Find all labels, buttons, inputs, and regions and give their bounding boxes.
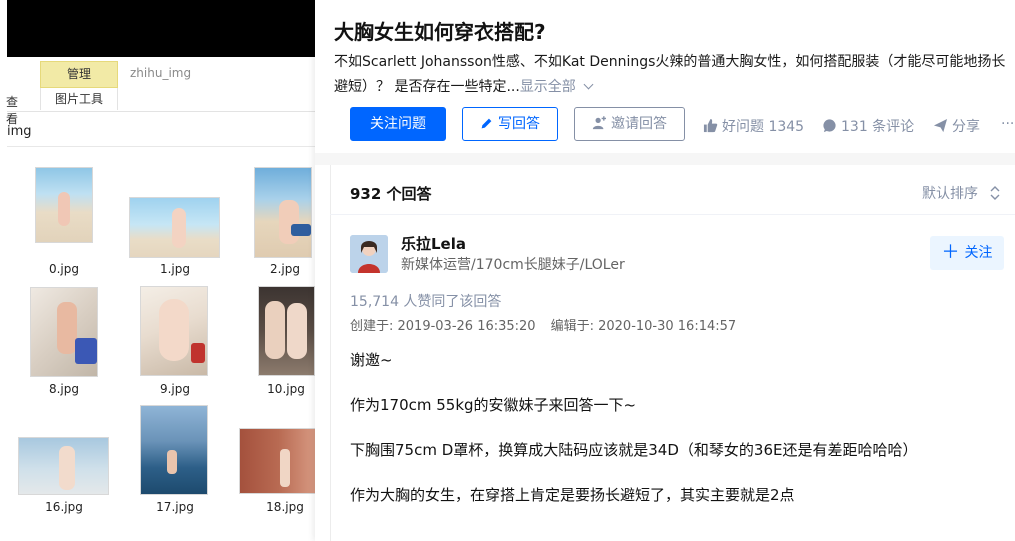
author-bio: 新媒体运营/170cm长腿妹子/LOLer (401, 257, 625, 273)
zhihu-question-panel: 大胸女生如何穿衣搭配? 不如Scarlett Johansson性感、不如Kat… (315, 0, 1015, 541)
answer-count: 932 个回答 (350, 185, 432, 203)
ribbon-folder-label: zhihu_img (130, 66, 192, 80)
ribbon-tab-view[interactable]: 查看 (6, 93, 28, 127)
answer-timestamps: 创建于: 2019-03-26 16:35:20 编辑于: 2020-10-30 … (350, 315, 736, 334)
photo-subject-2 (287, 303, 307, 359)
answer-paragraph: 作为大胸的女生，在穿搭上肯定是要扬长避短了，其实主要就是2点 (350, 486, 795, 504)
question-description-text: 不如Scarlett Johansson性感、不如Kat Dennings火辣的… (334, 54, 1006, 95)
ribbon-tab-manage[interactable]: 管理 (40, 61, 118, 88)
follow-author-button[interactable]: ＋关注 (930, 236, 1004, 270)
question-title: 大胸女生如何穿衣搭配? (334, 20, 546, 44)
file-thumbnail-1[interactable] (129, 197, 220, 258)
plus-icon: ＋ (941, 242, 960, 263)
photo-subject (58, 192, 70, 226)
follow-question-button[interactable]: 关注问题 (350, 107, 446, 141)
invite-answer-button[interactable]: 邀请回答 (574, 107, 685, 141)
show-all-link[interactable]: 显示全部 (520, 79, 576, 95)
answer-paragraph: 作为170cm 55kg的安徽妹子来回答一下~ (350, 396, 637, 414)
write-answer-button[interactable]: 写回答 (462, 107, 558, 141)
photo-detail (291, 224, 311, 236)
file-name-0[interactable]: 0.jpg (24, 262, 104, 276)
good-question-button[interactable]: 好问题 1345 (703, 116, 804, 136)
file-explorer-window: 管理 zhihu_img 查看 图片工具 img 0.jpg 1.jpg 2.j… (0, 0, 325, 515)
invite-answer-label: 邀请回答 (611, 116, 667, 132)
file-name-8[interactable]: 8.jpg (24, 382, 104, 396)
created-date: 创建于: 2019-03-26 16:35:20 (350, 319, 536, 334)
more-options-button[interactable]: ··· (1001, 116, 1014, 132)
photo-subject (280, 449, 290, 487)
file-name-18[interactable]: 18.jpg (245, 500, 325, 514)
upvote-count[interactable]: 15,714 人赞同了该回答 (350, 291, 501, 311)
photo-detail (191, 343, 205, 363)
photo-subject (57, 302, 77, 354)
comments-label: 131 条评论 (841, 119, 915, 135)
file-thumbnail-10[interactable] (258, 286, 315, 376)
file-name-2[interactable]: 2.jpg (245, 262, 325, 276)
file-thumbnail-16[interactable] (18, 437, 109, 495)
photo-subject (279, 200, 299, 244)
photo-subject (167, 450, 177, 474)
edited-date: 编辑于: 2020-10-30 16:14:57 (550, 319, 737, 334)
good-question-label: 好问题 1345 (722, 119, 805, 135)
sort-dropdown[interactable]: 默认排序 (922, 183, 1000, 203)
photo-subject (265, 301, 285, 359)
sort-label: 默认排序 (922, 186, 978, 202)
answer-paragraph: 下胸围75cm D罩杯，换算成大陆码应该就是34D（和琴女的36E还是有差距哈哈… (350, 441, 918, 459)
file-name-9[interactable]: 9.jpg (135, 382, 215, 396)
pencil-icon (481, 118, 492, 129)
chevron-down-icon[interactable] (583, 79, 594, 90)
file-thumbnail-8[interactable] (30, 287, 98, 377)
section-divider (315, 153, 1015, 165)
follow-author-label: 关注 (964, 245, 993, 261)
sort-toggle-icon (990, 186, 1000, 200)
share-icon (933, 118, 948, 133)
answer-paragraph: 谢邀~ (350, 351, 393, 369)
photo-detail (75, 338, 97, 364)
avatar-image (350, 235, 388, 273)
share-button[interactable]: 分享 (933, 116, 980, 136)
file-thumbnail-9[interactable] (140, 286, 208, 376)
write-answer-label: 写回答 (498, 116, 540, 132)
comment-icon (823, 119, 836, 133)
file-name-1[interactable]: 1.jpg (135, 262, 215, 276)
file-name-17[interactable]: 17.jpg (135, 500, 215, 514)
address-divider (7, 146, 325, 147)
ribbon-picture-tools[interactable]: 图片工具 (40, 88, 118, 110)
explorer-titlebar (7, 0, 325, 57)
address-bar[interactable]: img (7, 124, 32, 139)
question-description: 不如Scarlett Johansson性感、不如Kat Dennings火辣的… (334, 50, 1014, 100)
file-thumbnail-0[interactable] (35, 167, 93, 243)
file-thumbnail-18[interactable] (239, 428, 317, 494)
file-thumbnail-2[interactable] (254, 167, 312, 258)
file-name-10[interactable]: 10.jpg (246, 382, 325, 396)
file-thumbnail-17[interactable] (140, 405, 208, 495)
thumbs-up-icon (703, 118, 718, 133)
add-user-icon (592, 116, 606, 130)
ribbon-divider (7, 111, 325, 112)
author-avatar[interactable] (350, 235, 388, 273)
share-label: 分享 (952, 119, 980, 135)
photo-subject (159, 299, 189, 361)
file-name-16[interactable]: 16.jpg (24, 500, 104, 514)
photo-subject (59, 446, 75, 490)
answers-header-divider (330, 214, 1015, 215)
author-name[interactable]: 乐拉Lela (401, 233, 466, 254)
comments-button[interactable]: 131 条评论 (822, 116, 914, 136)
photo-subject (172, 208, 186, 248)
